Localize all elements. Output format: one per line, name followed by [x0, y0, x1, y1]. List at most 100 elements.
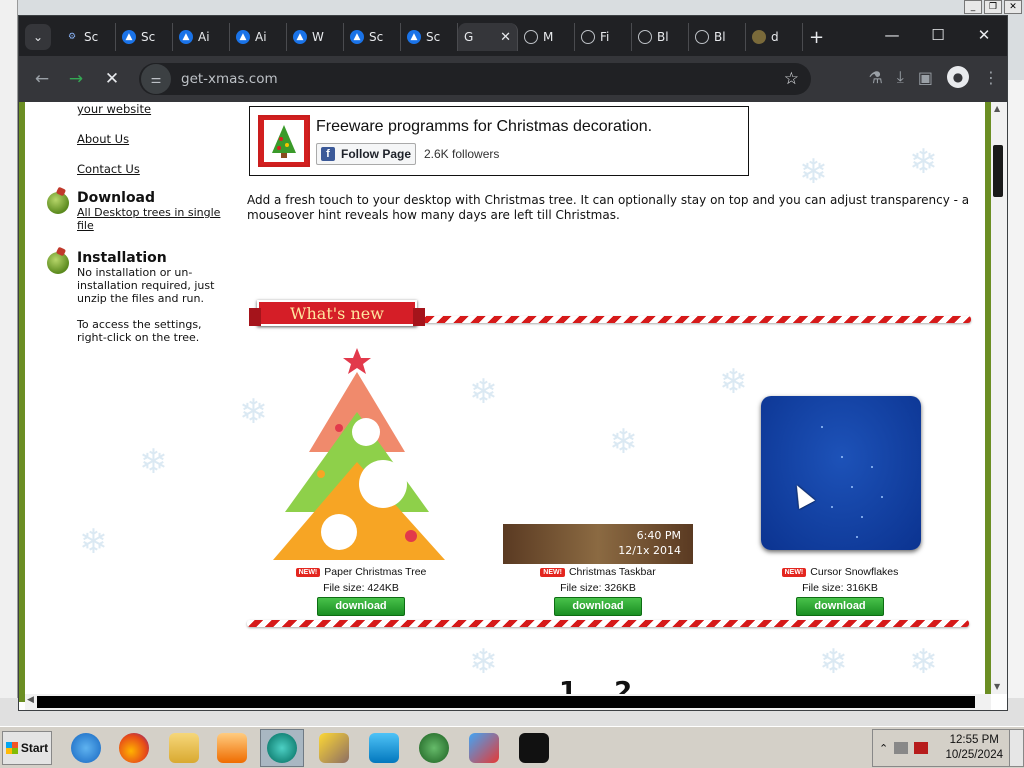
menu-kebab-icon[interactable]: ⋮: [983, 68, 999, 87]
scroll-up-icon[interactable]: ▲: [994, 104, 1000, 113]
globe-icon: [695, 30, 709, 44]
tab[interactable]: ▲ Ai: [230, 23, 287, 51]
preview-time: 6:40 PM: [636, 529, 681, 542]
download-button[interactable]: download: [554, 597, 642, 616]
follow-page-button[interactable]: f Follow Page: [316, 143, 416, 165]
star-icon: [343, 348, 371, 374]
product-name[interactable]: NEW! Christmas Taskbar: [498, 566, 698, 578]
taskbar-app[interactable]: [312, 729, 356, 767]
tab[interactable]: M: [518, 23, 575, 51]
tab-label: Bl: [714, 30, 726, 44]
sidebar-link-contact-us[interactable]: Contact Us: [77, 162, 140, 176]
taskbar-app[interactable]: [210, 729, 254, 767]
new-tab-icon[interactable]: +: [809, 27, 824, 48]
sidebar-installation-section: Installation No installation or un-insta…: [47, 250, 227, 344]
show-desktop-button[interactable]: [1009, 730, 1023, 766]
show-hidden-icons-icon[interactable]: ⌃: [879, 742, 888, 755]
side-panel-icon[interactable]: ▣: [918, 68, 933, 87]
taskbar-app[interactable]: [64, 729, 108, 767]
installation-heading: Installation: [77, 250, 167, 266]
download-button[interactable]: download: [317, 597, 405, 616]
tab[interactable]: ▲ W: [287, 23, 344, 51]
taskbar-app[interactable]: [462, 729, 506, 767]
clock-date: 10/25/2024: [945, 749, 1003, 761]
taskbar-app[interactable]: [112, 729, 156, 767]
bg-minimize-icon[interactable]: _: [964, 0, 982, 14]
firefox-icon: [119, 733, 149, 763]
paper-christmas-tree-image[interactable]: [273, 342, 449, 564]
network-user-icon: [469, 733, 499, 763]
tab[interactable]: Bl: [632, 23, 689, 51]
background-window-edge: [0, 0, 18, 720]
file-size: File size: 316KB: [802, 582, 878, 594]
tab-search-chevron-icon[interactable]: ⌄: [25, 24, 51, 50]
profile-avatar-icon[interactable]: ●: [947, 66, 969, 88]
tab[interactable]: d: [746, 23, 803, 51]
taskbar-app-active[interactable]: [260, 729, 304, 767]
bg-close-icon[interactable]: ✕: [1004, 0, 1022, 14]
clock-time: 12:55 PM: [949, 734, 999, 746]
cursor-snowflakes-image[interactable]: [761, 396, 921, 550]
system-clock[interactable]: 12:55 PM 10/25/2024: [945, 733, 1003, 763]
new-badge: NEW!: [295, 567, 321, 577]
horizontal-scrollbar[interactable]: ◀: [25, 694, 991, 710]
tab-strip: ⌄ ⚙ Sc ▲ Sc ▲ Ai ▲ Ai ▲ W ▲ Sc ▲ Sc G ✕ M Fi Bl …: [19, 16, 1007, 56]
horizontal-scrollbar-thumb[interactable]: [37, 696, 975, 708]
minimize-icon[interactable]: —: [869, 16, 915, 54]
bg-restore-icon[interactable]: ❐: [984, 0, 1002, 14]
taskbar-app[interactable]: [512, 729, 556, 767]
globe-icon: [524, 30, 538, 44]
facebook-page-title[interactable]: Freeware programms for Christmas decorat…: [316, 118, 652, 136]
site-info-icon[interactable]: ⚌: [141, 64, 171, 94]
tab[interactable]: Bl: [689, 23, 746, 51]
preview-clock: 6:40 PM 12/1x 2014: [618, 528, 681, 558]
settings-hint-text: To access the settings, right-click on t…: [77, 318, 202, 344]
download-button[interactable]: download: [796, 597, 884, 616]
download-icon[interactable]: ⤓: [897, 67, 904, 87]
product-name[interactable]: NEW! Cursor Snowflakes: [740, 566, 940, 578]
tab-label: Bl: [657, 30, 669, 44]
christmas-taskbar-image[interactable]: 6:40 PM 12/1x 2014: [503, 524, 693, 564]
tab[interactable]: ▲ Sc: [401, 23, 458, 51]
sidebar-link-your-website[interactable]: your website: [77, 102, 151, 116]
network-icon[interactable]: [894, 742, 909, 754]
blue-arrow-icon: ▲: [293, 30, 307, 44]
tab[interactable]: ▲ Sc: [344, 23, 401, 51]
window-controls: — ☐ ✕: [869, 16, 1007, 54]
product-cursor-snowflakes: NEW! Cursor Snowflakes File size: 316KB d…: [740, 566, 940, 616]
stop-loading-icon[interactable]: ✕: [101, 68, 123, 90]
new-badge: NEW!: [781, 567, 807, 577]
taskbar-app[interactable]: [412, 729, 456, 767]
sidebar-link-about-us[interactable]: About Us: [77, 132, 129, 146]
product-name[interactable]: NEW! Paper Christmas Tree: [261, 566, 461, 578]
image-icon: [752, 30, 766, 44]
back-icon[interactable]: ←: [31, 68, 53, 90]
tab[interactable]: ▲ Ai: [173, 23, 230, 51]
close-tab-icon[interactable]: ✕: [500, 30, 511, 45]
scrollbar-thumb[interactable]: [993, 145, 1003, 197]
start-button[interactable]: Start: [2, 731, 52, 765]
labs-flask-icon[interactable]: ⚗: [868, 68, 882, 87]
volume-muted-icon[interactable]: [914, 742, 929, 754]
scroll-down-icon[interactable]: ▼: [994, 682, 1000, 691]
tab[interactable]: ⚙ Sc: [59, 23, 116, 51]
tab-list: ⚙ Sc ▲ Sc ▲ Ai ▲ Ai ▲ W ▲ Sc ▲ Sc G ✕ M Fi Bl Bl…: [59, 22, 824, 52]
address-bar[interactable]: ⚌ get-xmas.com ☆: [139, 63, 811, 95]
maximize-icon[interactable]: ☐: [915, 16, 961, 54]
vertical-scrollbar[interactable]: ▲ ▼: [991, 102, 1007, 694]
internet-explorer-icon: [71, 733, 101, 763]
download-all-trees-link[interactable]: All Desktop trees in single file: [77, 206, 227, 232]
url-text[interactable]: get-xmas.com: [181, 71, 784, 87]
taskbar-app[interactable]: [362, 729, 406, 767]
tab[interactable]: Fi: [575, 23, 632, 51]
bookmark-star-icon[interactable]: ☆: [784, 69, 799, 89]
forward-icon[interactable]: →: [65, 68, 87, 90]
tab-active[interactable]: G ✕: [458, 23, 518, 51]
page-logo[interactable]: [258, 115, 310, 167]
scroll-left-icon[interactable]: ◀: [27, 695, 34, 705]
facebook-icon: f: [321, 147, 335, 161]
taskbar-app[interactable]: [162, 729, 206, 767]
close-window-icon[interactable]: ✕: [961, 16, 1007, 54]
whats-new-ribbon: What's new: [249, 300, 425, 326]
tab[interactable]: ▲ Sc: [116, 23, 173, 51]
